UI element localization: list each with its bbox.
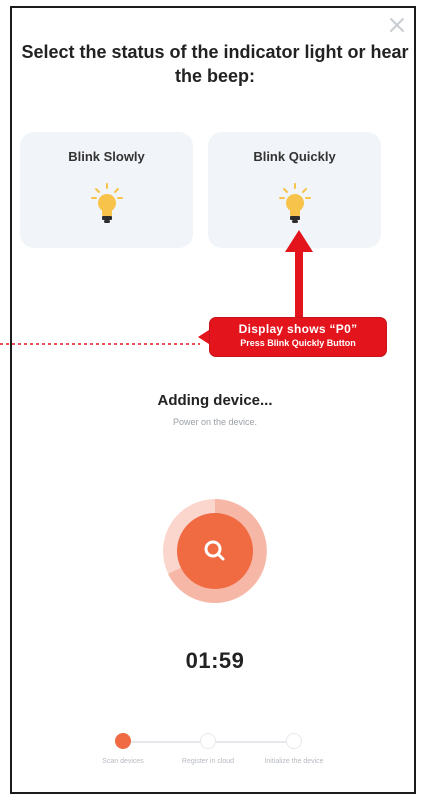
- annotation-arrow-icon: [285, 230, 313, 320]
- step-dot: [200, 733, 216, 749]
- annotation-callout: Display shows “P0” Press Blink Quickly B…: [210, 318, 386, 356]
- step-dot-active: [115, 733, 131, 749]
- countdown-timer: 01:59: [185, 648, 245, 673]
- close-icon[interactable]: [388, 16, 406, 34]
- callout-line-1: Display shows “P0”: [238, 322, 358, 336]
- status-hint: Power on the device.: [172, 417, 258, 427]
- step-dot: [286, 733, 302, 749]
- step-label: Register in cloud: [181, 758, 235, 765]
- lightbulb-icon: [91, 183, 123, 223]
- dialog-title: Select the status of the indicator light…: [21, 42, 409, 86]
- option-label: Blink Quickly: [253, 149, 336, 164]
- option-label: Blink Slowly: [68, 149, 145, 164]
- progress-steps: Scan devices Register in cloud Initializ…: [0, 725, 430, 785]
- step-connector: [214, 741, 294, 743]
- callout-line-2: Press Blink Quickly Button: [240, 338, 356, 348]
- status-title: Adding device...: [157, 392, 273, 409]
- scanning-indicator: [163, 499, 267, 603]
- step-connector: [128, 741, 208, 743]
- option-blink-slowly[interactable]: Blink Slowly: [20, 132, 193, 248]
- annotation-dotted-line: [0, 343, 200, 345]
- step-label: Initialize the device: [264, 758, 324, 765]
- step-label: Scan devices: [102, 758, 144, 765]
- lightbulb-icon: [279, 183, 311, 223]
